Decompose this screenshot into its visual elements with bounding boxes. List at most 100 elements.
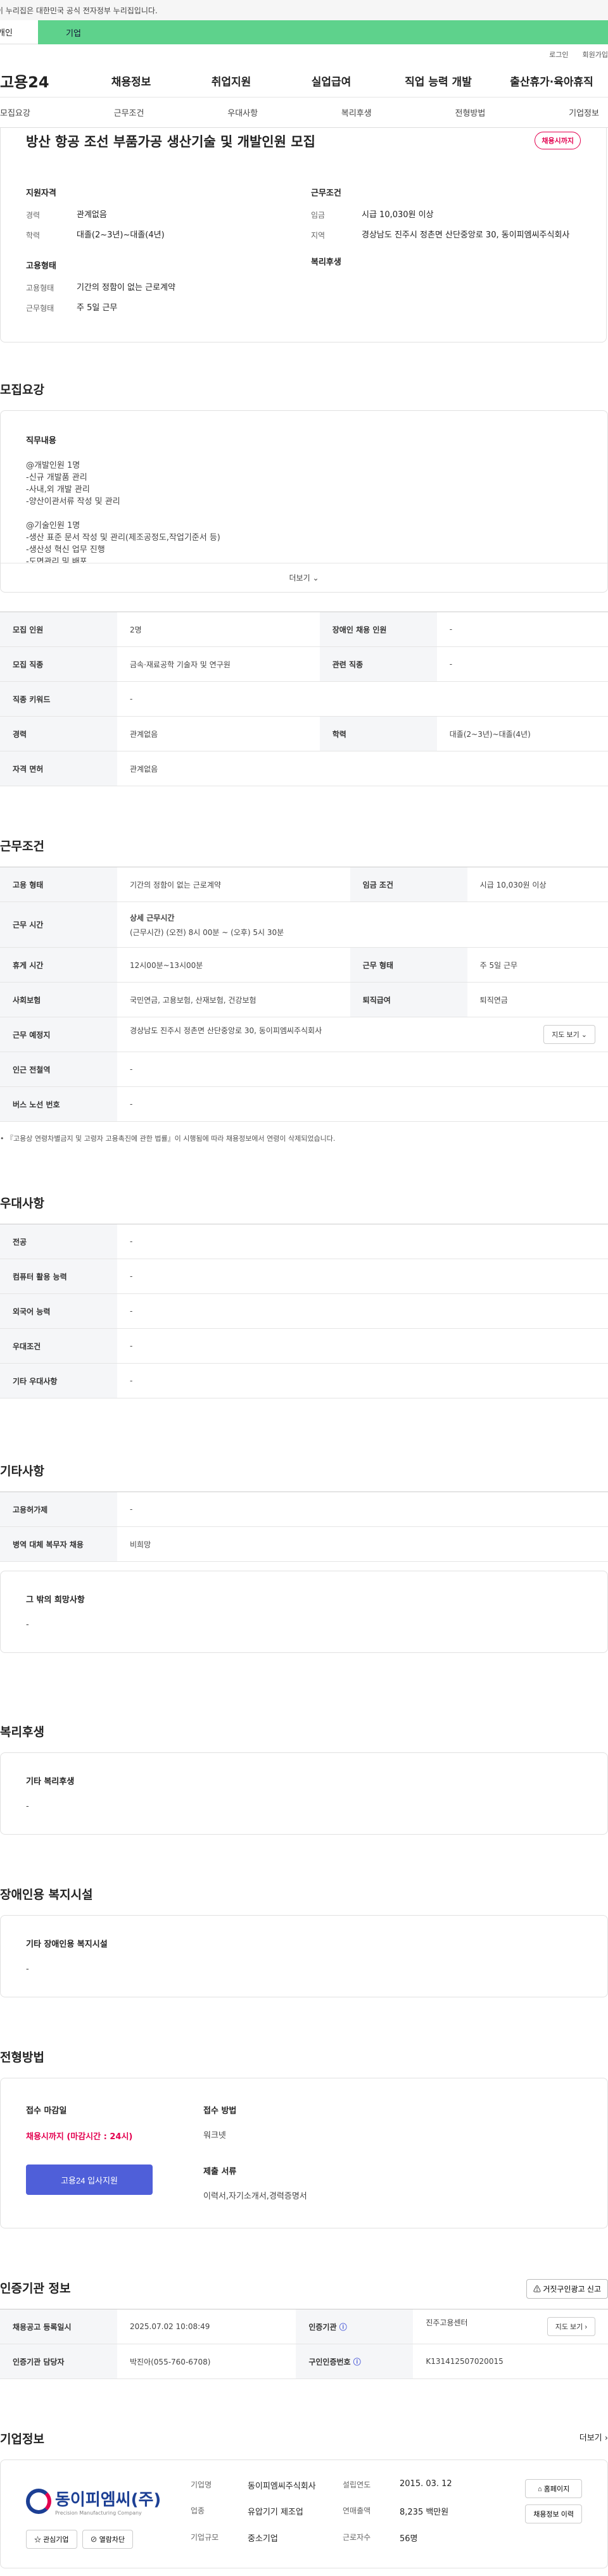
place-value: 경상남도 진주시 정촌면 산단중앙로 30, 동이피엠씨주식회사 bbox=[130, 1026, 322, 1035]
interest-label: 관심기업 bbox=[43, 2536, 69, 2544]
snb-selection[interactable]: 전형방법 bbox=[455, 106, 486, 118]
more-label: 더보기 bbox=[289, 574, 310, 582]
industry-label: 업종 bbox=[191, 2506, 205, 2516]
disabled-facility-value: - bbox=[26, 1964, 29, 1974]
row-value: 박진아(055-760-6708) bbox=[117, 2344, 296, 2379]
apply-button[interactable]: 고용24 입사지원 bbox=[26, 2164, 153, 2195]
homepage-button[interactable]: ⌂ 홈페이지 bbox=[525, 2479, 582, 2498]
welfare-section: 복리후생 기타 복리후생 - bbox=[0, 1723, 608, 1835]
false-ad-report-button[interactable]: ⚠ 거짓구인광고 신고 bbox=[526, 2279, 608, 2299]
row-label: 채용공고 등록일시 bbox=[0, 2309, 117, 2344]
selection-section: 전형방법 접수 마감일 채용시까지 (마감시간 : 24시) 고용24 입사지원… bbox=[0, 2048, 608, 2228]
row-value: 대졸(2~3년)~대졸(4년) bbox=[436, 716, 608, 751]
row-label: 자격 면허 bbox=[0, 751, 117, 786]
recruit-title: 모집요강 bbox=[0, 383, 44, 397]
row-value: - bbox=[117, 681, 608, 717]
table-row: 고용허가제 - bbox=[0, 1492, 608, 1527]
gnb-jobs[interactable]: 채용정보 bbox=[81, 73, 181, 89]
table-row: 전공 - bbox=[0, 1224, 608, 1259]
row-label: 우대조건 bbox=[0, 1328, 117, 1364]
row-value: - bbox=[117, 1259, 608, 1294]
snb-company[interactable]: 기업정보 bbox=[569, 106, 599, 118]
company-section: 더보기 › 기업정보 동이피엠씨(주) Precision Manufactur… bbox=[0, 2430, 608, 2576]
row-value: 상세 근무시간 (근무시간) (오전) 8시 00분 ~ (오후) 5시 30분 bbox=[117, 902, 608, 948]
employment-type-value: 기간의 정함이 없는 근로계약 bbox=[77, 283, 175, 292]
certification-section: ⚠ 거짓구인광고 신고 인증기관 정보 채용공고 등록일시 2025.07.02 … bbox=[0, 2279, 608, 2379]
employees-label: 근로자수 bbox=[343, 2532, 371, 2542]
login-link[interactable]: 로그인 bbox=[549, 49, 568, 60]
row-value: - bbox=[117, 1328, 608, 1364]
util-links: 로그인 회원가입 bbox=[0, 44, 608, 65]
time-value: (근무시간) (오전) 8시 00분 ~ (오후) 5시 30분 bbox=[130, 927, 284, 937]
table-row: 버스 노선 번호 - bbox=[0, 1086, 608, 1122]
company-size-value: 중소기업 bbox=[248, 2534, 278, 2544]
snb-recruit[interactable]: 모집요강 bbox=[0, 106, 30, 118]
chevron-down-icon: ⌄ bbox=[312, 574, 319, 582]
row-label: 전공 bbox=[0, 1224, 117, 1259]
company-more-link[interactable]: 더보기 › bbox=[580, 2431, 608, 2443]
tab-biz[interactable]: 기업 bbox=[38, 20, 608, 44]
tab-person[interactable]: 개인 bbox=[0, 20, 38, 44]
region-value: 경상남도 진주시 정촌면 산단중앙로 30, 동이피엠씨주식회사 bbox=[362, 230, 570, 240]
welfare-box-value: - bbox=[26, 1802, 29, 1811]
etc-wishes-value: - bbox=[26, 1620, 29, 1630]
org-map-label: 지도 보기 bbox=[555, 2323, 583, 2331]
block-icon: ⊘ bbox=[90, 2536, 98, 2544]
table-row: 자격 면허 관계없음 bbox=[0, 751, 608, 786]
work-title: 근무조건 bbox=[0, 839, 44, 853]
row-label: 인증기관 담당자 bbox=[0, 2344, 117, 2379]
gnb-employment-support[interactable]: 취업지원 bbox=[181, 73, 281, 89]
row-value: 관계없음 bbox=[117, 751, 608, 786]
info-icon[interactable]: ⓘ bbox=[353, 2358, 361, 2366]
row-value: 비희망 bbox=[117, 1526, 608, 1562]
more-button[interactable]: 더보기 ⌄ bbox=[1, 563, 607, 592]
method-value: 워크넷 bbox=[203, 2131, 226, 2140]
signup-link[interactable]: 회원가입 bbox=[583, 49, 608, 60]
table-row: 병역 대체 복무자 채용 비희망 bbox=[0, 1526, 608, 1562]
welfare-box: 기타 복리후생 - bbox=[0, 1752, 608, 1835]
row-label: 근무 시간 bbox=[0, 902, 117, 948]
table-row: 사회보험 국민연금, 고용보험, 산재보험, 건강보험 퇴직급여 퇴직연금 bbox=[0, 982, 608, 1017]
company-logo: 동이피엠씨(주) Precision Manufacturing Company bbox=[26, 2479, 165, 2523]
map-button[interactable]: 지도 보기 ⌄ bbox=[543, 1025, 595, 1044]
block-view-button[interactable]: ⊘ 열람차단 bbox=[82, 2530, 134, 2549]
company-size-label: 기업규모 bbox=[191, 2532, 219, 2542]
gnb-unemployment-benefit[interactable]: 실업급여 bbox=[281, 73, 381, 89]
top-tabs: 개인 기업 bbox=[0, 20, 608, 44]
row-label: 컴퓨터 활용 능력 bbox=[0, 1259, 117, 1294]
recruit-section: 모집요강 직무내용 @개발인원 1명 -신규 개발품 관리 -사내,외 개발 관… bbox=[0, 380, 608, 786]
etc-section: 기타사항 고용허가제 - 병역 대체 복무자 채용 비희망 그 밖의 희망사항 - bbox=[0, 1462, 608, 1653]
info-icon[interactable]: ⓘ bbox=[339, 2323, 347, 2332]
row-value: - bbox=[117, 1052, 608, 1087]
interest-company-button[interactable]: ☆ 관심기업 bbox=[26, 2530, 77, 2549]
snb-preferences[interactable]: 우대사항 bbox=[227, 106, 258, 118]
site-logo[interactable]: 고용24 bbox=[0, 70, 81, 92]
company-box: 동이피엠씨(주) Precision Manufacturing Company… bbox=[0, 2460, 608, 2568]
snb-work-conditions[interactable]: 근무조건 bbox=[114, 106, 144, 118]
wage-value: 시급 10,030원 이상 bbox=[362, 210, 434, 220]
gnb-parental-leave[interactable]: 출산휴가·육아휴직 bbox=[495, 73, 608, 89]
org-map-button[interactable]: 지도 보기 › bbox=[547, 2317, 595, 2336]
cert-number-label: 구인인증번호 bbox=[308, 2357, 351, 2366]
etc-table: 고용허가제 - 병역 대체 복무자 채용 비희망 bbox=[0, 1492, 608, 1562]
deadline-heading: 접수 마감일 bbox=[26, 2106, 67, 2116]
welfare-box-heading: 기타 복리후생 bbox=[26, 1777, 75, 1787]
row-label: 버스 노선 번호 bbox=[0, 1086, 117, 1122]
selection-title: 전형방법 bbox=[0, 2051, 44, 2064]
row-label: 관련 직종 bbox=[319, 646, 437, 682]
row-value: - bbox=[117, 1224, 608, 1259]
job-history-button[interactable]: 채용정보 이력 bbox=[525, 2504, 582, 2523]
chevron-right-icon: › bbox=[604, 2434, 608, 2443]
gnb-vocational-training[interactable]: 직업 능력 개발 bbox=[381, 73, 495, 89]
table-row: 채용공고 등록일시 2025.07.02 10:08:49 인증기관 ⓘ 진주고용센터… bbox=[0, 2309, 608, 2344]
etc-wishes-box: 그 밖의 희망사항 - bbox=[0, 1571, 608, 1653]
table-row: 근무 시간 상세 근무시간 (근무시간) (오전) 8시 00분 ~ (오후) 5시… bbox=[0, 902, 608, 948]
snb-welfare[interactable]: 복리후생 bbox=[341, 106, 372, 118]
row-value: K131412507020015 bbox=[413, 2344, 608, 2379]
table-row: 경력 관계없음 학력 대졸(2~3년)~대졸(4년) bbox=[0, 716, 608, 751]
age-notice: • 『고용상 연령차별금지 및 고령자 고용촉진에 관한 법률』이 시행됨에 따… bbox=[0, 1134, 336, 1143]
documents-value: 이력서,자기소개서,경력증명서 bbox=[203, 2192, 307, 2201]
gov-notice-bar: 이 누리집은 대한민국 공식 전자정부 누리집입니다. bbox=[0, 0, 608, 20]
company-name-label: 기업명 bbox=[191, 2480, 212, 2489]
founded-label: 설립연도 bbox=[343, 2480, 371, 2489]
